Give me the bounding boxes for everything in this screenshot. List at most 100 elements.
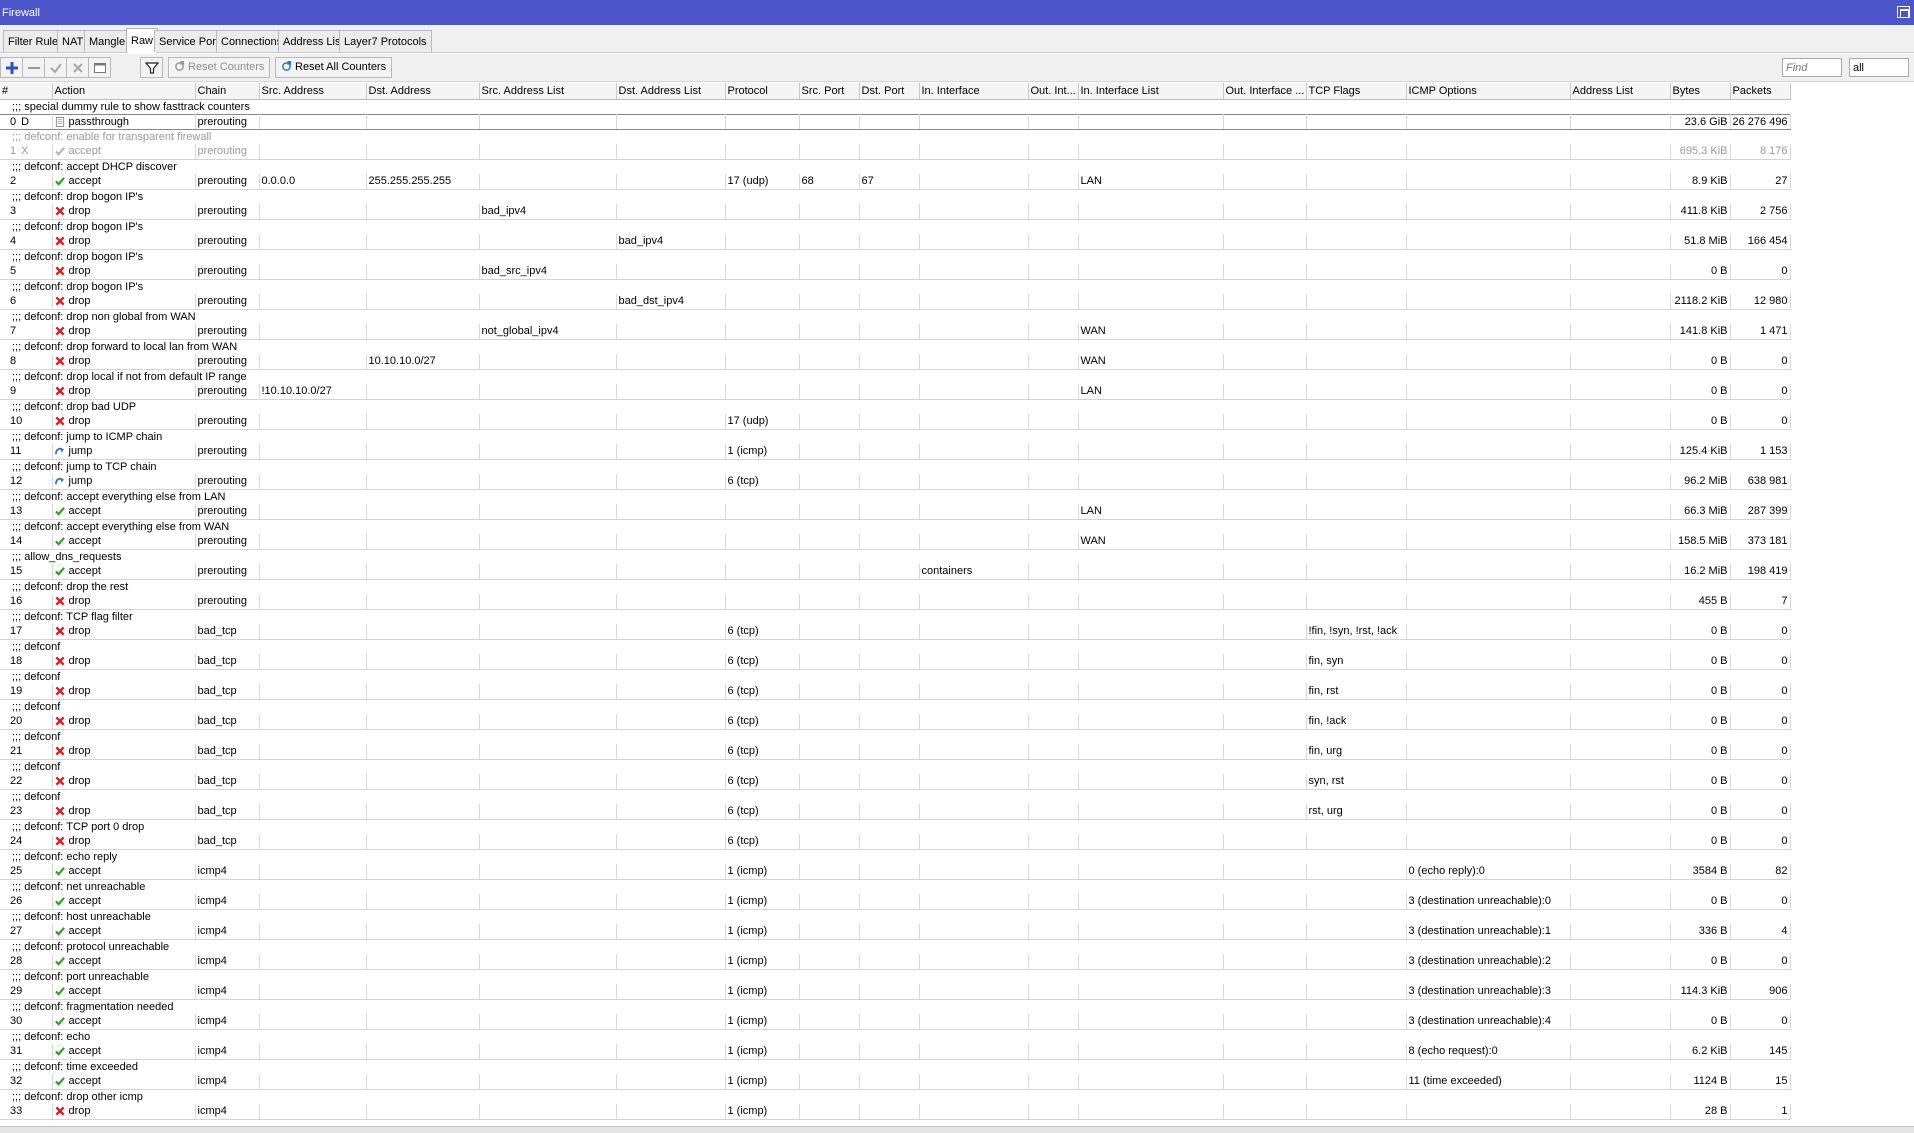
column-header[interactable]: Src. Port	[799, 83, 860, 100]
table-row[interactable]: 0 Dpassthrough prerouting 23.6 GiB 26 276 49…	[0, 113, 1791, 130]
column-header[interactable]: Src. Address List	[479, 83, 617, 100]
rule-comment-row[interactable]: ;;; defconf: drop bad UDP	[0, 399, 1790, 414]
rule-comment-row[interactable]: ;;; defconf	[0, 759, 1790, 774]
filter-select[interactable]: all	[1849, 58, 1909, 77]
find-input[interactable]	[1782, 58, 1842, 77]
table-row[interactable]: 8 drop prerouting 10.10.10.0/27 WAN 0 B0	[0, 354, 1791, 370]
table-row[interactable]: 19 drop bad_tcp 6 (tcp) fin, rst 0 B0	[0, 684, 1791, 700]
rule-comment-row[interactable]: ;;; defconf: drop bogon IP's	[0, 189, 1790, 204]
enable-button[interactable]	[44, 57, 67, 78]
table-row[interactable]: 18 drop bad_tcp 6 (tcp) fin, syn 0 B0	[0, 654, 1791, 670]
table-row[interactable]: 16 drop prerouting 455 B7	[0, 594, 1791, 610]
table-row[interactable]: 20 drop bad_tcp 6 (tcp) fin, !ack 0 B0	[0, 714, 1791, 730]
rule-comment-row[interactable]: ;;; defconf: drop forward to local lan f…	[0, 339, 1790, 354]
maximize-icon[interactable]	[1897, 6, 1910, 18]
rule-comment-row[interactable]: ;;; defconf	[0, 789, 1790, 804]
table-row[interactable]: 28 accept icmp4 1 (icmp) 3 (destination unre…	[0, 954, 1791, 970]
table-row[interactable]: 13 accept prerouting LAN 66.3 MiB 287 399	[0, 504, 1791, 520]
table-row[interactable]: 3 drop prerouting bad_ipv4 411.8 KiB 2 756	[0, 204, 1791, 220]
reset-counters-button[interactable]: Reset Counters	[168, 57, 271, 78]
rule-comment-row[interactable]: ;;; defconf: echo	[0, 1029, 1790, 1044]
table-row[interactable]: 30 accept icmp4 1 (icmp) 3 (destination unre…	[0, 1014, 1791, 1030]
column-header[interactable]: In. Interface	[919, 83, 1029, 100]
table-row[interactable]: 26 accept icmp4 1 (icmp) 3 (destination unre…	[0, 894, 1791, 910]
tab-connections[interactable]: Connections	[216, 30, 288, 52]
reset-all-counters-button[interactable]: Reset All Counters	[275, 57, 393, 78]
column-header[interactable]: #	[0, 83, 53, 100]
tab-layer7-protocols[interactable]: Layer7 Protocols	[339, 30, 432, 52]
rule-comment-row[interactable]: ;;; defconf: drop other icmp	[0, 1089, 1790, 1104]
rule-comment-row[interactable]: ;;; defconf: fragmentation needed	[0, 999, 1790, 1014]
column-header[interactable]: Bytes	[1670, 83, 1731, 100]
rule-comment-row[interactable]: ;;; defconf: TCP flag filter	[0, 609, 1790, 624]
rule-comment-row[interactable]: ;;; defconf	[0, 669, 1790, 684]
rule-comment-row[interactable]: ;;; defconf: accept DHCP discover	[0, 159, 1790, 174]
disable-button[interactable]	[66, 57, 89, 78]
table-row[interactable]: 22 drop bad_tcp 6 (tcp) syn, rst 0 B0	[0, 774, 1791, 790]
table-row[interactable]: 4 drop prerouting bad_ipv4 51.8 MiB 166 454	[0, 234, 1791, 250]
rule-comment-row[interactable]: ;;; defconf: drop bogon IP's	[0, 219, 1790, 234]
add-button[interactable]	[0, 57, 23, 78]
rule-comment-row[interactable]: ;;; defconf: echo reply	[0, 849, 1790, 864]
table-row[interactable]: 5 drop prerouting bad_src_ipv4 0 B0	[0, 264, 1791, 280]
rule-comment-row[interactable]: ;;; defconf	[0, 699, 1790, 714]
column-header[interactable]: Action	[52, 83, 196, 100]
table-row[interactable]: 2 accept prerouting 0.0.0.0 255.255.255.255 1…	[0, 174, 1791, 190]
column-header[interactable]: Out. Interface ...	[1223, 83, 1307, 100]
rule-comment-row[interactable]: ;;; defconf: drop the rest	[0, 579, 1790, 594]
table-row[interactable]: 23 drop bad_tcp 6 (tcp) rst, urg 0 B0	[0, 804, 1791, 820]
rule-comment-row[interactable]: ;;; defconf: net unreachable	[0, 879, 1790, 894]
rule-comment-row[interactable]: ;;; defconf: jump to ICMP chain	[0, 429, 1790, 444]
column-header[interactable]: Packets	[1730, 83, 1791, 100]
rule-comment-row[interactable]: ;;; defconf: jump to TCP chain	[0, 459, 1790, 474]
table-row[interactable]: 31 accept icmp4 1 (icmp) 8 (echo request):0 6…	[0, 1044, 1791, 1060]
comment-button[interactable]	[88, 57, 111, 78]
table-row[interactable]: 12 jump prerouting 6 (tcp) 96.2 MiB 638 981	[0, 474, 1791, 490]
table-row[interactable]: 14 accept prerouting WAN 158.5 MiB 373 181	[0, 534, 1791, 550]
rule-comment-row[interactable]: ;;; defconf: enable for transparent fire…	[0, 129, 1790, 144]
table-row[interactable]: 6 drop prerouting bad_dst_ipv4 2118.2 KiB 12 …	[0, 294, 1791, 310]
table-row[interactable]: 25 accept icmp4 1 (icmp) 0 (echo reply):0 358…	[0, 864, 1791, 880]
rule-comment-row[interactable]: ;;; defconf: drop bogon IP's	[0, 249, 1790, 264]
column-header[interactable]: Dst. Port	[859, 83, 920, 100]
rule-comment-row[interactable]: ;;; defconf: protocol unreachable	[0, 939, 1790, 954]
column-header[interactable]: TCP Flags	[1306, 83, 1407, 100]
rule-comment-row[interactable]: ;;; defconf: drop local if not from defa…	[0, 369, 1790, 384]
rule-comment-row[interactable]: ;;; defconf: drop non global from WAN	[0, 309, 1790, 324]
column-header[interactable]: Dst. Address List	[616, 83, 726, 100]
table-row[interactable]: 15 accept prerouting containers 16.2 MiB 198 …	[0, 564, 1791, 580]
column-header[interactable]: In. Interface List	[1078, 83, 1224, 100]
column-header[interactable]: Src. Address	[259, 83, 367, 100]
table-row[interactable]: 29 accept icmp4 1 (icmp) 3 (destination unre…	[0, 984, 1791, 1000]
rule-comment-row[interactable]: ;;; defconf: host unreachable	[0, 909, 1790, 924]
table-row[interactable]: 32 accept icmp4 1 (icmp) 11 (time exceeded) 1…	[0, 1074, 1791, 1090]
rule-comment-row[interactable]: ;;; allow_dns_requests	[0, 549, 1790, 564]
column-header[interactable]: Out. Int...	[1028, 83, 1079, 100]
table-row[interactable]: 27 accept icmp4 1 (icmp) 3 (destination unre…	[0, 924, 1791, 940]
rule-comment-row[interactable]: ;;; defconf: accept everything else from…	[0, 489, 1790, 504]
table-row[interactable]: 10 drop prerouting 17 (udp) 0 B0	[0, 414, 1791, 430]
table-row[interactable]: 17 drop bad_tcp 6 (tcp) !fin, !syn, !rst, !a…	[0, 624, 1791, 640]
column-header[interactable]: Chain	[195, 83, 260, 100]
table-row[interactable]: 11 jump prerouting 1 (icmp) 125.4 KiB 1 153	[0, 444, 1791, 460]
column-header[interactable]: Address List	[1570, 83, 1671, 100]
table-row[interactable]: 21 drop bad_tcp 6 (tcp) fin, urg 0 B0	[0, 744, 1791, 760]
rule-comment-row[interactable]: ;;; defconf	[0, 729, 1790, 744]
rule-comment-row[interactable]: ;;; defconf: port unreachable	[0, 969, 1790, 984]
rule-comment-row[interactable]: ;;; defconf: drop bogon IP's	[0, 279, 1790, 294]
table-row[interactable]: 7 drop prerouting not_global_ipv4 WAN 141.8 K…	[0, 324, 1791, 340]
table-row[interactable]: 24 drop bad_tcp 6 (tcp) 0 B0	[0, 834, 1791, 850]
column-header[interactable]: ICMP Options	[1406, 83, 1571, 100]
table-row[interactable]: 1 Xaccept prerouting 695.3 KiB 8 176	[0, 144, 1791, 160]
rule-comment-row[interactable]: ;;; defconf: time exceeded	[0, 1059, 1790, 1074]
column-header[interactable]: Protocol	[725, 83, 800, 100]
table-row[interactable]: 33 drop icmp4 1 (icmp) 28 B1	[0, 1104, 1791, 1120]
table-row[interactable]: 9 drop prerouting !10.10.10.0/27 LAN 0 B0	[0, 384, 1791, 400]
column-header[interactable]: Dst. Address	[366, 83, 480, 100]
rule-comment-row[interactable]: ;;; defconf: accept everything else from…	[0, 519, 1790, 534]
rule-comment-row[interactable]: ;;; special dummy rule to show fasttrack…	[0, 99, 1790, 114]
filter-button[interactable]	[140, 57, 163, 78]
rule-comment-row[interactable]: ;;; defconf: TCP port 0 drop	[0, 819, 1790, 834]
remove-button[interactable]	[22, 57, 45, 78]
rule-comment-row[interactable]: ;;; defconf	[0, 639, 1790, 654]
